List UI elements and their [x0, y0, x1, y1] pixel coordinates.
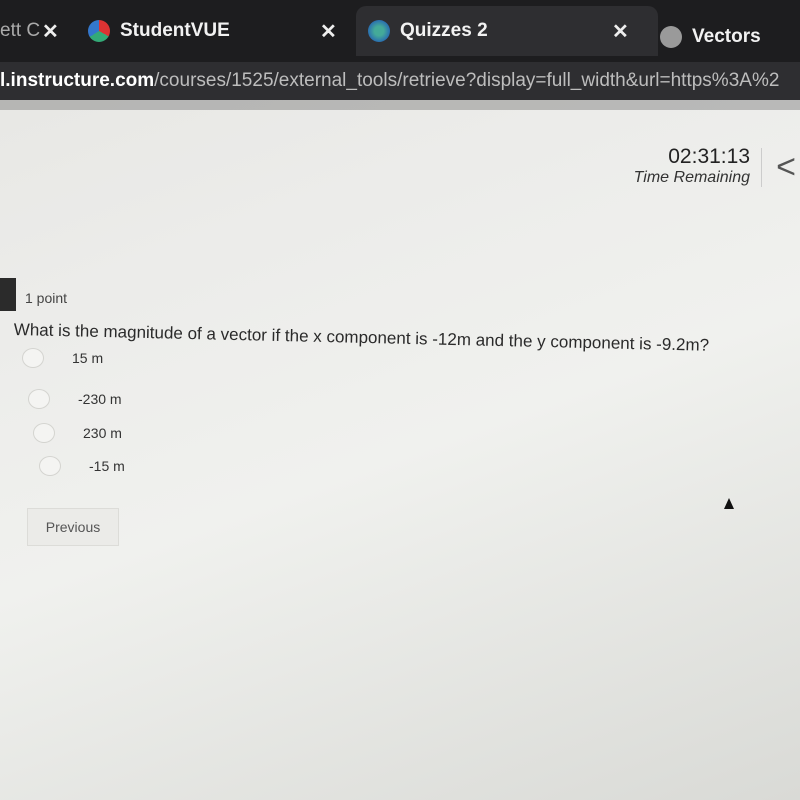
tab-quizzes[interactable]: Quizzes 2 ✕ — [356, 6, 658, 56]
radio-button[interactable] — [39, 456, 61, 476]
studentvue-icon — [88, 20, 110, 42]
radio-button[interactable] — [22, 348, 44, 368]
answer-option[interactable]: 230 m — [33, 423, 122, 443]
option-label: -15 m — [89, 458, 125, 474]
toolbar-shadow — [0, 100, 800, 110]
close-tab-icon[interactable]: ✕ — [612, 19, 629, 44]
tab-canvas[interactable]: ett C ✕ — [0, 6, 70, 56]
browser-tab-bar: ett C ✕ StudentVUE ✕ Quizzes 2 ✕ Vectors — [0, 0, 800, 62]
question-marker — [0, 278, 16, 311]
question-points: 1 point — [25, 290, 68, 306]
answer-option[interactable]: 15 m — [22, 348, 103, 368]
mouse-cursor-icon — [724, 498, 734, 509]
previous-button[interactable]: Previous — [27, 508, 119, 546]
answer-option[interactable]: -230 m — [28, 389, 122, 409]
tab-label: Quizzes 2 — [400, 20, 488, 41]
globe-icon — [368, 20, 390, 42]
close-tab-icon[interactable]: ✕ — [42, 19, 59, 44]
answer-option[interactable]: -15 m — [39, 456, 125, 476]
globe-icon — [660, 26, 682, 48]
tab-label: Vectors — [692, 26, 761, 47]
tab-vectors[interactable]: Vectors — [660, 12, 800, 62]
timer-label: Time Remaining — [633, 169, 750, 186]
url-path: /courses/1525/external_tools/retrieve?di… — [154, 70, 780, 91]
collapse-chevron-icon[interactable]: < — [761, 148, 796, 187]
timer-value: 02:31:13 — [668, 145, 750, 168]
question-text: What is the magnitude of a vector if the… — [13, 320, 710, 355]
quiz-timer: 02:31:13 Time Remaining — [634, 145, 750, 187]
option-label: 15 m — [72, 350, 104, 366]
close-tab-icon[interactable]: ✕ — [320, 19, 337, 44]
url-domain: l.instructure.com — [0, 70, 155, 91]
option-label: 230 m — [83, 425, 122, 441]
tab-label: ett C — [0, 20, 41, 41]
option-label: -230 m — [78, 391, 122, 407]
radio-button[interactable] — [28, 389, 50, 409]
tab-studentvue[interactable]: StudentVUE ✕ — [88, 6, 348, 56]
radio-button[interactable] — [33, 423, 55, 443]
tab-label: StudentVUE — [120, 20, 230, 41]
address-bar[interactable]: l.instructure.com/courses/1525/external_… — [0, 62, 800, 100]
